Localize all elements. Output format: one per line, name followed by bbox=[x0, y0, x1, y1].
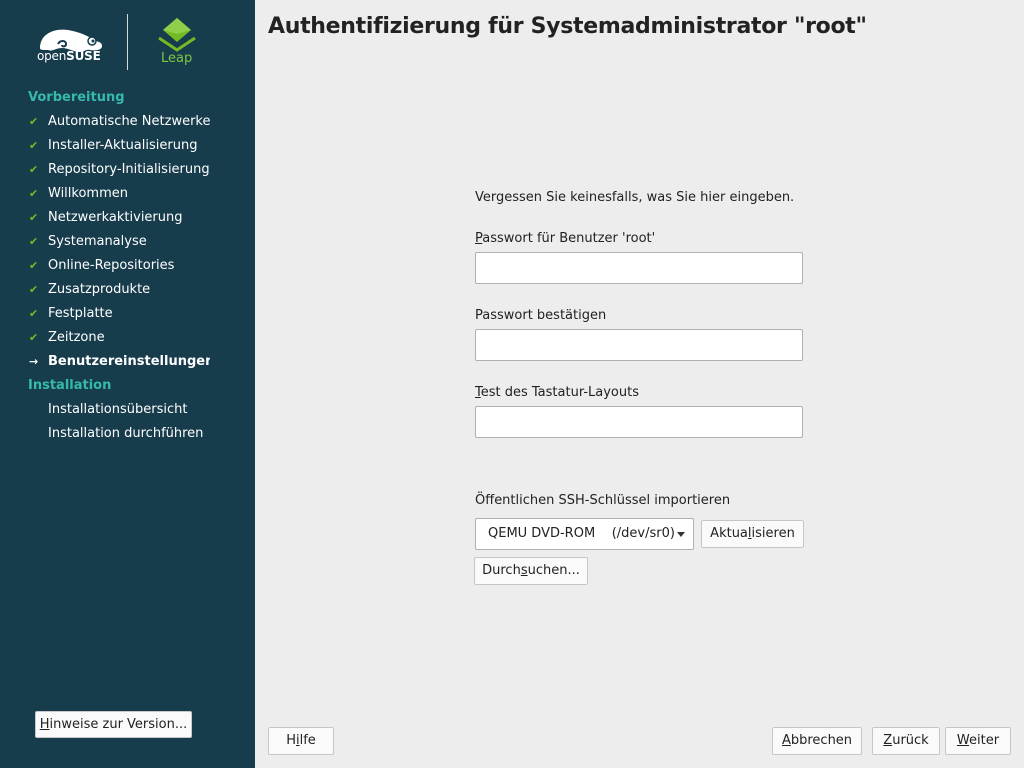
next-button[interactable]: Weiter bbox=[945, 727, 1011, 755]
leap-logo bbox=[158, 18, 196, 52]
sidebar-step-label: Installationsübersicht bbox=[48, 402, 188, 417]
confirm-password-label: Passwort bestätigen bbox=[475, 308, 607, 323]
sidebar-step: ✔ Zusatzprodukte bbox=[0, 279, 210, 301]
opensuse-wordmark: openSUSE bbox=[37, 49, 101, 63]
section-title-installation: Installation bbox=[28, 378, 112, 393]
sidebar-step: ✔ Systemanalyse bbox=[0, 231, 210, 253]
sidebar-step-label: Netzwerkaktivierung bbox=[48, 210, 183, 225]
release-notes-button[interactable]: Hinweise zur Version... bbox=[35, 711, 192, 738]
check-icon: ✔ bbox=[29, 259, 39, 272]
sidebar: openSUSE Leap Vorbereitung ✔ Automatische… bbox=[0, 0, 255, 768]
ssh-import-label: Öffentlichen SSH-Schlüssel importieren bbox=[475, 493, 731, 508]
sidebar-step-label: Festplatte bbox=[48, 306, 113, 321]
confirm-password-field[interactable] bbox=[475, 329, 803, 361]
sidebar-step: ✔ Repository-Initialisierung bbox=[0, 159, 210, 181]
sidebar-step-label: Zeitzone bbox=[48, 330, 105, 345]
sidebar-step: Installationsübersicht bbox=[0, 399, 210, 421]
page-title: Authentifizierung für Systemadministrato… bbox=[268, 14, 867, 39]
sidebar-step: ✔ Online-Repositories bbox=[0, 255, 210, 277]
check-icon: ✔ bbox=[29, 283, 39, 296]
sidebar-step-label: Zusatzprodukte bbox=[48, 282, 151, 297]
password-label: Passwort für Benutzer 'root' bbox=[475, 231, 656, 246]
sidebar-step-label: Automatische Netzwerkeinrichtung bbox=[48, 114, 210, 129]
sidebar-step-label: Willkommen bbox=[48, 186, 128, 201]
sidebar-step: ✔ Zeitzone bbox=[0, 327, 210, 349]
check-icon: ✔ bbox=[29, 307, 39, 320]
keyboard-test-label: Test des Tastatur-Layouts bbox=[475, 385, 639, 400]
check-icon: ✔ bbox=[29, 115, 39, 128]
sidebar-step: ✔ Netzwerkaktivierung bbox=[0, 207, 210, 229]
sidebar-step: Installation durchführen bbox=[0, 423, 210, 445]
password-field[interactable] bbox=[475, 252, 803, 284]
check-icon: ✔ bbox=[29, 235, 39, 248]
intro-text: Vergessen Sie keinesfalls, was Sie hier … bbox=[475, 190, 795, 205]
help-button[interactable]: Hilfe bbox=[268, 727, 334, 755]
refresh-button[interactable]: Aktualisieren bbox=[701, 520, 804, 548]
sidebar-step-label: Systemanalyse bbox=[48, 234, 147, 249]
logo-area: openSUSE Leap bbox=[0, 0, 255, 80]
sidebar-step-label: Installer-Aktualisierung bbox=[48, 138, 198, 153]
check-icon: ✔ bbox=[29, 139, 39, 152]
abort-button[interactable]: Abbrechen bbox=[772, 727, 862, 755]
sidebar-step: ✔ Festplatte bbox=[0, 303, 210, 325]
sidebar-step-label: Online-Repositories bbox=[48, 258, 175, 273]
logo-divider bbox=[127, 14, 128, 70]
sidebar-step-label: Repository-Initialisierung bbox=[48, 162, 210, 177]
back-button[interactable]: Zurück bbox=[872, 727, 940, 755]
check-icon: ✔ bbox=[29, 331, 39, 344]
browse-button[interactable]: Durchsuchen... bbox=[474, 557, 588, 585]
section-title-preparation: Vorbereitung bbox=[28, 90, 125, 105]
arrow-right-icon: → bbox=[29, 355, 39, 368]
sidebar-step: ✔ Installer-Aktualisierung bbox=[0, 135, 210, 157]
sidebar-step: → Benutzereinstellungen bbox=[0, 351, 210, 373]
ssh-device-value: QEMU DVD-ROM (/dev/sr0) bbox=[488, 526, 675, 541]
check-icon: ✔ bbox=[29, 163, 39, 176]
ssh-device-select[interactable]: QEMU DVD-ROM (/dev/sr0) bbox=[475, 518, 694, 550]
chevron-down-icon bbox=[677, 532, 685, 537]
sidebar-step-label: Benutzereinstellungen bbox=[48, 354, 210, 369]
keyboard-test-field[interactable] bbox=[475, 406, 803, 438]
sidebar-step: ✔ Willkommen bbox=[0, 183, 210, 205]
sidebar-step: ✔ Automatische Netzwerkeinrichtung bbox=[0, 111, 210, 133]
leap-wordmark: Leap bbox=[161, 51, 193, 66]
sidebar-step-label: Installation durchführen bbox=[48, 426, 204, 441]
check-icon: ✔ bbox=[29, 187, 39, 200]
check-icon: ✔ bbox=[29, 211, 39, 224]
